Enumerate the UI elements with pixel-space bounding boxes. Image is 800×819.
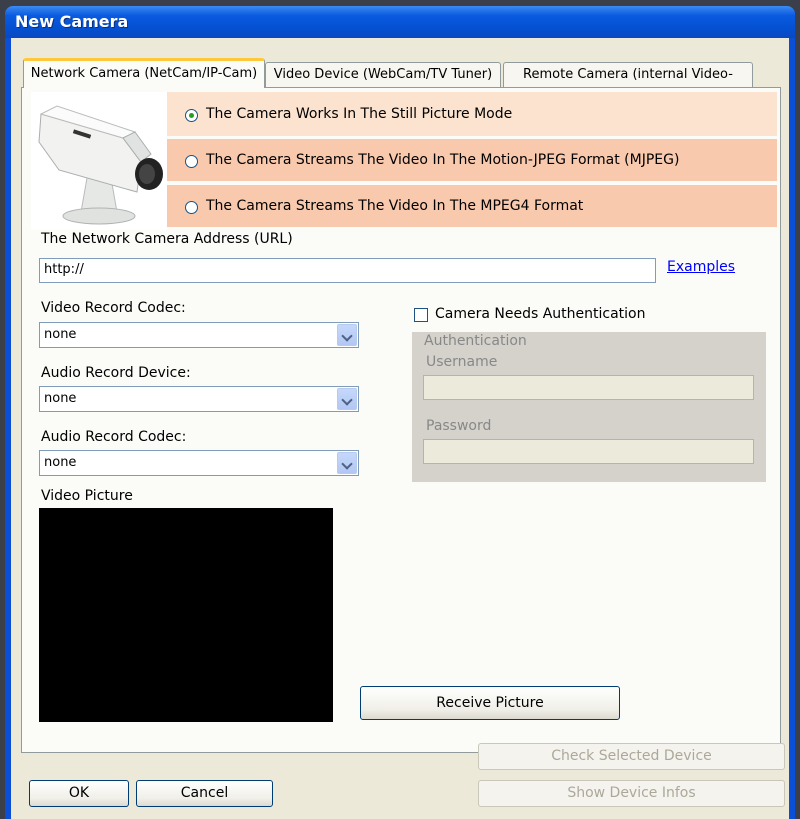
address-label: The Network Camera Address (URL) (41, 231, 293, 247)
video-codec-label: Video Record Codec: (41, 300, 186, 316)
audio-device-select[interactable]: none (39, 386, 359, 412)
chevron-down-icon[interactable] (337, 388, 357, 410)
check-selected-device-button[interactable]: Check Selected Device (478, 743, 785, 770)
username-input[interactable] (423, 375, 754, 400)
audio-device-value: none (44, 391, 77, 406)
auth-checkbox[interactable] (414, 308, 428, 322)
window-title: New Camera (15, 12, 129, 31)
audio-codec-value: none (44, 455, 77, 470)
mode-still-radio[interactable] (185, 109, 198, 122)
username-label: Username (426, 354, 498, 370)
examples-link[interactable]: Examples (667, 259, 735, 275)
address-input[interactable]: http:// (39, 258, 656, 283)
audio-device-label: Audio Record Device: (41, 365, 191, 381)
tab-remote-camera[interactable]: Remote Camera (internal Video-Client) (503, 62, 753, 106)
camera-image (31, 92, 167, 230)
audio-codec-label: Audio Record Codec: (41, 429, 187, 445)
show-device-infos-button[interactable]: Show Device Infos (478, 780, 785, 807)
cancel-button[interactable]: Cancel (136, 780, 273, 807)
tab-video-device[interactable]: Video Device (WebCam/TV Tuner) (265, 62, 501, 87)
mode-mjpeg-label: The Camera Streams The Video In The Moti… (206, 152, 680, 168)
receive-picture-button[interactable]: Receive Picture (360, 686, 620, 720)
auth-checkbox-label: Camera Needs Authentication (435, 306, 646, 322)
mode-still-label: The Camera Works In The Still Picture Mo… (206, 106, 513, 122)
mode-mjpeg-radio[interactable] (185, 155, 198, 168)
ip-camera-icon (31, 92, 167, 230)
dialog-body: Network Camera (NetCam/IP-Cam) Video Dev… (11, 38, 789, 819)
tab-network-camera[interactable]: Network Camera (NetCam/IP-Cam) (23, 58, 265, 88)
video-picture-preview (39, 508, 333, 722)
password-input[interactable] (423, 439, 754, 464)
mode-mpeg4-label: The Camera Streams The Video In The MPEG… (206, 198, 584, 214)
mode-mpeg4-radio[interactable] (185, 201, 198, 214)
ok-button[interactable]: OK (29, 780, 129, 807)
video-picture-label: Video Picture (41, 488, 133, 504)
audio-codec-select[interactable]: none (39, 450, 359, 476)
password-label: Password (426, 418, 492, 434)
new-camera-dialog: New Camera Network Camera (NetCam/IP-Cam… (5, 6, 795, 819)
chevron-down-icon[interactable] (337, 324, 357, 346)
video-codec-value: none (44, 327, 77, 342)
auth-group-label: Authentication (424, 333, 527, 349)
title-bar[interactable]: New Camera (5, 6, 795, 38)
chevron-down-icon[interactable] (337, 452, 357, 474)
video-codec-select[interactable]: none (39, 322, 359, 348)
